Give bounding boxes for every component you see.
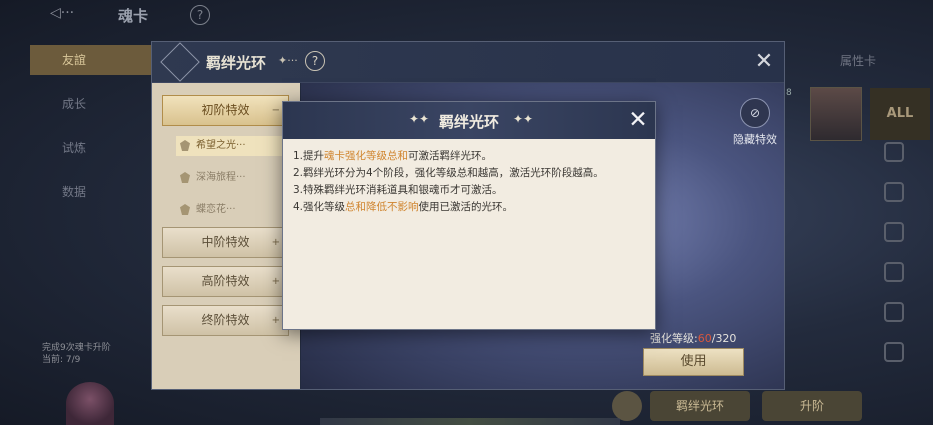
progress-line-2: 当前: 7/9 <box>42 355 81 365</box>
effect-icon <box>180 204 190 215</box>
attribute-card-title: 属性卡 <box>840 54 877 68</box>
progress-line-1: 完成9次魂卡升阶 <box>42 343 111 353</box>
filter-icon-5[interactable] <box>884 302 904 322</box>
tier-final[interactable]: 终阶特效 + <box>162 305 289 336</box>
right-panel: 属性卡 8 ALL <box>786 40 933 425</box>
enhance-level-max: 320 <box>715 332 737 345</box>
close-icon[interactable]: ✕ <box>625 107 651 133</box>
tier-label: 高阶特效 <box>201 274 250 288</box>
aura-dialog-header: 羁绊光环 ✦··· ? ✕ <box>152 42 784 83</box>
highlight-text: 总和降低不影响 <box>345 201 419 213</box>
upgrade-progress-text: 完成9次魂卡升阶 当前: 7/9 <box>42 342 111 366</box>
tier-label: 中阶特效 <box>201 235 250 249</box>
help-icon[interactable]: ? <box>305 51 325 71</box>
filter-icon-3[interactable] <box>884 222 904 242</box>
info-modal-body: 1.提升魂卡强化等级总和可激活羁绊光环。 2.羁绊光环分为4个阶段，强化等级总和越… <box>293 148 645 216</box>
hidden-effect-label: 隐藏特效 <box>733 133 777 146</box>
filter-icon-4[interactable] <box>884 262 904 282</box>
hidden-effect-toggle[interactable]: ⊘ 隐藏特效 <box>727 98 783 147</box>
diamond-emblem-icon <box>160 42 200 82</box>
aura-button[interactable]: 羁绊光环 <box>650 391 750 421</box>
tier-label: 初阶特效 <box>201 103 250 117</box>
rule-text: 使用已激活的光环。 <box>418 201 514 213</box>
info-modal-title: 羁绊光环 <box>438 113 499 131</box>
enhance-level: 强化等级:60/320 <box>650 330 736 346</box>
close-icon[interactable]: ✕ <box>752 50 776 74</box>
tier-label: 终阶特效 <box>201 313 250 327</box>
top-bar: ◁··· 魂卡 ? <box>0 0 933 30</box>
nav-item-trial[interactable]: 试炼 <box>30 133 152 163</box>
filter-icon-6[interactable] <box>884 342 904 362</box>
back-icon[interactable]: ◁··· <box>50 5 100 25</box>
filter-all-button[interactable]: ALL <box>870 88 930 140</box>
rule-line: 2.羁绊光环分为4个阶段，强化等级总和越高，激活光环阶段越高。 <box>293 165 645 182</box>
avatar[interactable] <box>66 382 114 425</box>
nav-item-growth[interactable]: 成长 <box>30 89 152 119</box>
info-modal: ✦✦ 羁绊光环 ✦✦ ✕ 1.提升魂卡强化等级总和可激活羁绊光环。 2.羁绊光环分… <box>282 101 656 330</box>
sparkle-icon: ✦··· <box>278 54 298 67</box>
rule-line: 3.特殊羁绊光环消耗道具和银魂币才可激活。 <box>293 182 645 199</box>
help-icon[interactable]: ? <box>190 5 210 25</box>
enhance-level-current: 60 <box>697 332 712 345</box>
collapse-icon: − <box>271 105 280 116</box>
expand-icon: + <box>271 315 280 326</box>
like-icon[interactable] <box>612 391 642 421</box>
filter-icon-2[interactable] <box>884 182 904 202</box>
nav-item-data[interactable]: 数据 <box>30 177 152 207</box>
enhance-level-label: 强化等级: <box>650 332 698 345</box>
info-modal-header: ✦✦ 羁绊光环 ✦✦ ✕ <box>283 102 655 139</box>
sparkle-icon: ✦✦ <box>513 112 534 126</box>
tier-advanced[interactable]: 高阶特效 + <box>162 266 289 297</box>
character-portrait[interactable] <box>810 87 862 141</box>
rule-line: 4.强化等级总和降低不影响使用已激活的光环。 <box>293 199 645 216</box>
rule-text: 3.特殊羁绊光环消耗道具和银魂币才可激活。 <box>293 184 503 196</box>
tier-beginner[interactable]: 初阶特效 − <box>162 95 289 126</box>
rule-text: 2.羁绊光环分为4个阶段，强化等级总和越高，激活光环阶段越高。 <box>293 167 604 179</box>
rule-text: 4.强化等级 <box>293 201 346 213</box>
effect-label: 深海旅程··· <box>196 172 246 183</box>
effect-label: 蝶恋花··· <box>196 204 236 215</box>
filter-icon-1[interactable] <box>884 142 904 162</box>
use-button[interactable]: 使用 <box>643 348 744 376</box>
tier-intermediate[interactable]: 中阶特效 + <box>162 227 289 258</box>
expand-icon: + <box>271 237 280 248</box>
tier-list: 初阶特效 − 希望之光··· 深海旅程··· 蝶恋花··· 中阶特效 + 高阶特… <box>152 83 300 389</box>
eye-hidden-icon: ⊘ <box>740 98 770 128</box>
effect-icon <box>180 172 190 183</box>
rule-text: 可激活羁绊光环。 <box>408 150 493 162</box>
left-nav: 友誼 成长 试炼 数据 <box>30 45 152 221</box>
rule-text: 1.提升 <box>293 150 325 162</box>
aura-dialog-title: 羁绊光环 <box>206 54 267 72</box>
expand-icon: + <box>271 276 280 287</box>
rule-line: 1.提升魂卡强化等级总和可激活羁绊光环。 <box>293 148 645 165</box>
upgrade-button[interactable]: 升阶 <box>762 391 862 421</box>
portrait-count: 8 <box>786 88 792 98</box>
effect-label: 希望之光··· <box>196 140 246 151</box>
bottom-bar: 羁绊光环 升阶 <box>610 388 933 425</box>
effect-icon <box>180 140 190 151</box>
page-title: 魂卡 <box>118 7 149 25</box>
highlight-text: 魂卡强化等级总和 <box>324 150 409 162</box>
nav-item-friendship[interactable]: 友誼 <box>30 45 152 75</box>
scrolling-notice <box>320 418 620 425</box>
